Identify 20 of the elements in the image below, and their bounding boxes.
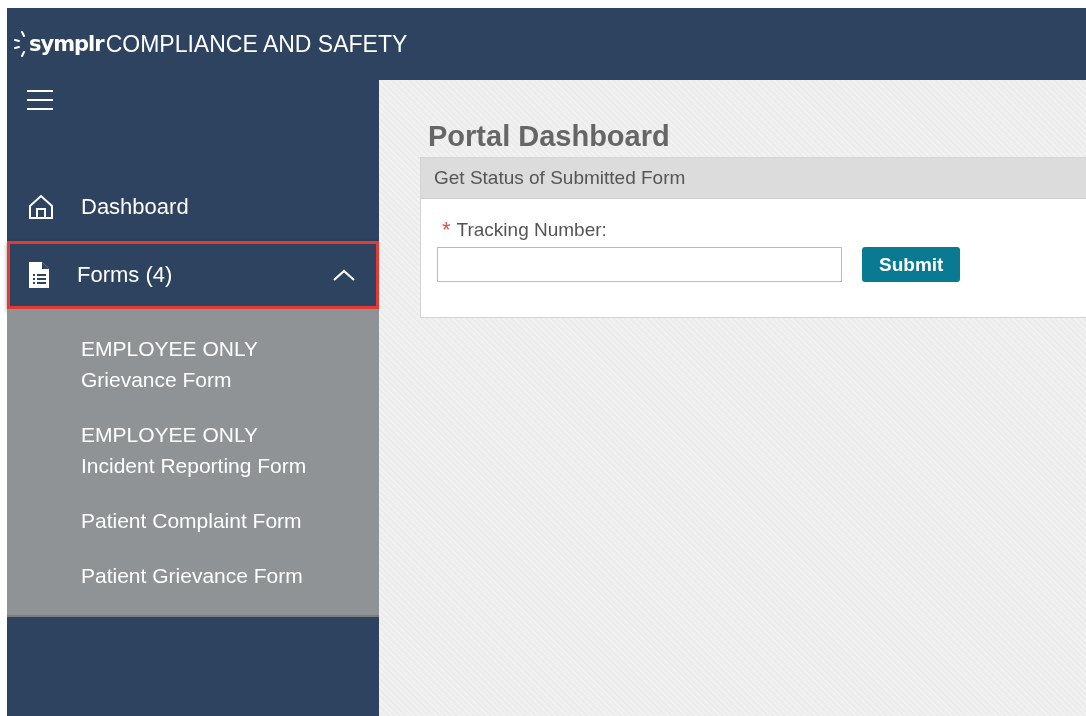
submenu-item[interactable]: Patient Grievance Form: [7, 550, 379, 605]
brand-logo: symplr: [29, 32, 104, 56]
menu-icon[interactable]: [27, 90, 53, 110]
submit-button[interactable]: Submit: [862, 247, 961, 282]
panel-header: Get Status of Submitted Form: [421, 158, 1086, 199]
highlighted-nav-group[interactable]: Forms (4): [7, 241, 379, 309]
document-icon: [27, 261, 51, 289]
submenu-item[interactable]: Patient Complaint Form: [7, 495, 379, 550]
submenu-item[interactable]: EMPLOYEE ONLY Grievance Form: [7, 323, 379, 409]
submenu-item[interactable]: EMPLOYEE ONLY Incident Reporting Form: [7, 409, 379, 495]
chevron-up-icon[interactable]: [333, 269, 355, 281]
field-label: Tracking Number:: [456, 219, 607, 241]
product-name: COMPLIANCE AND SAFETY: [105, 30, 408, 58]
tracking-number-field[interactable]: [437, 247, 842, 282]
required-mark: *: [442, 217, 451, 243]
nav-group-label[interactable]: Forms (4): [77, 262, 307, 288]
nav-item[interactable]: Dashboard: [81, 194, 355, 220]
page-title: Portal Dashboard: [428, 120, 671, 153]
logo-rays-icon: [13, 30, 27, 58]
home-icon: [27, 193, 55, 221]
